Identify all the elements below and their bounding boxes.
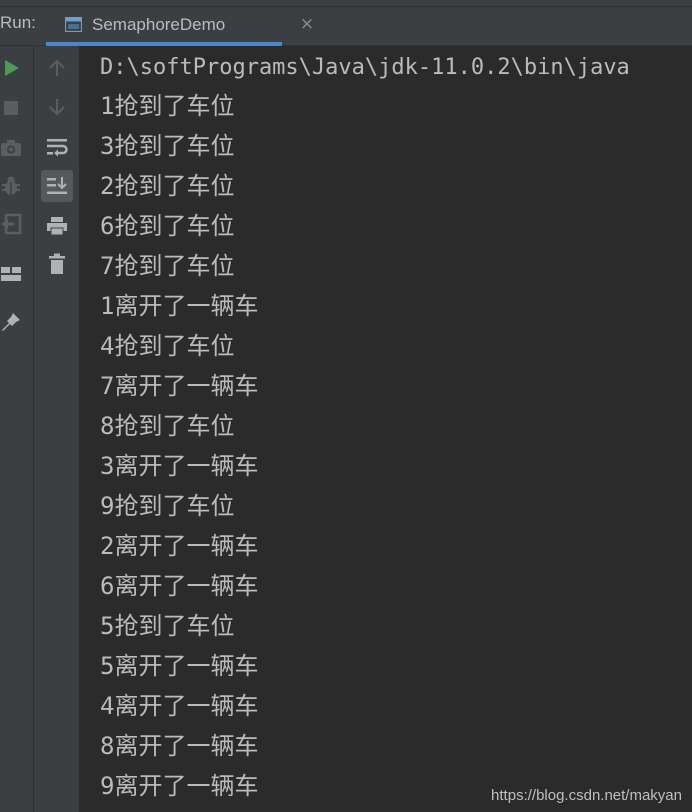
- console-line: 8离开了一辆车: [100, 732, 259, 760]
- console-line: 1抢到了车位: [100, 92, 235, 120]
- exit-icon: [0, 213, 22, 235]
- console-output[interactable]: D:\softPrograms\Java\jdk-11.0.2\bin\java…: [80, 46, 692, 812]
- stop-icon: [2, 99, 20, 117]
- console-line: 2抢到了车位: [100, 172, 235, 200]
- print-button[interactable]: [41, 210, 73, 242]
- console-line: 7离开了一辆车: [100, 372, 259, 400]
- console-line: 2离开了一辆车: [100, 532, 259, 560]
- run-toolbar-secondary: [34, 46, 80, 812]
- console-line: 6离开了一辆车: [100, 572, 259, 600]
- scroll-to-end-icon: [46, 176, 68, 196]
- arrow-down-icon: [47, 97, 67, 117]
- console-line: 9离开了一辆车: [100, 772, 259, 800]
- dump-threads-button[interactable]: [0, 132, 27, 164]
- console-line: 7抢到了车位: [100, 252, 235, 280]
- console-line: 5抢到了车位: [100, 612, 235, 640]
- console-line: 3抢到了车位: [100, 132, 235, 160]
- rerun-button[interactable]: [0, 52, 27, 84]
- console-window-icon: [64, 16, 83, 33]
- layout-icon: [0, 265, 22, 283]
- run-tool-window: Run: SemaphoreDemo × D:\softPrograms\Jav…: [0, 0, 692, 812]
- console-line: 1离开了一辆车: [100, 292, 259, 320]
- exit-button[interactable]: [0, 208, 27, 240]
- run-tab-bar: Run: SemaphoreDemo ×: [0, 0, 692, 46]
- console-line: 3离开了一辆车: [100, 452, 259, 480]
- tab-title: SemaphoreDemo: [92, 15, 226, 34]
- watermark: https://blog.csdn.net/makyan: [491, 787, 682, 804]
- console-line: 8抢到了车位: [100, 412, 235, 440]
- console-line: 6抢到了车位: [100, 212, 235, 240]
- run-toolbar-primary: [0, 46, 34, 812]
- pin-tab-button[interactable]: [0, 306, 27, 338]
- soft-wrap-icon: [46, 137, 68, 157]
- console-command-line: D:\softPrograms\Java\jdk-11.0.2\bin\java: [100, 55, 630, 80]
- run-icon: [1, 58, 21, 78]
- clear-all-button[interactable]: [41, 248, 73, 280]
- pin-icon: [0, 311, 22, 333]
- console-line: 5离开了一辆车: [100, 652, 259, 680]
- debug-bug-icon: [0, 175, 22, 197]
- previous-occurrence-button[interactable]: [41, 52, 73, 84]
- debug-button[interactable]: [0, 170, 27, 202]
- arrow-up-icon: [47, 58, 67, 78]
- trash-icon: [47, 253, 67, 275]
- soft-wrap-button[interactable]: [41, 131, 73, 163]
- run-label: Run:: [0, 13, 36, 32]
- restore-layout-button[interactable]: [0, 258, 27, 290]
- console-line: 9抢到了车位: [100, 492, 235, 520]
- close-icon[interactable]: ×: [298, 15, 316, 33]
- print-icon: [46, 216, 68, 236]
- console-line: 4抢到了车位: [100, 332, 235, 360]
- next-occurrence-button[interactable]: [41, 91, 73, 123]
- scroll-to-end-button[interactable]: [41, 170, 73, 202]
- stop-button[interactable]: [0, 92, 27, 124]
- tab-semaphore-demo[interactable]: SemaphoreDemo ×: [46, 6, 314, 46]
- console-line: 4离开了一辆车: [100, 692, 259, 720]
- camera-icon: [0, 139, 22, 157]
